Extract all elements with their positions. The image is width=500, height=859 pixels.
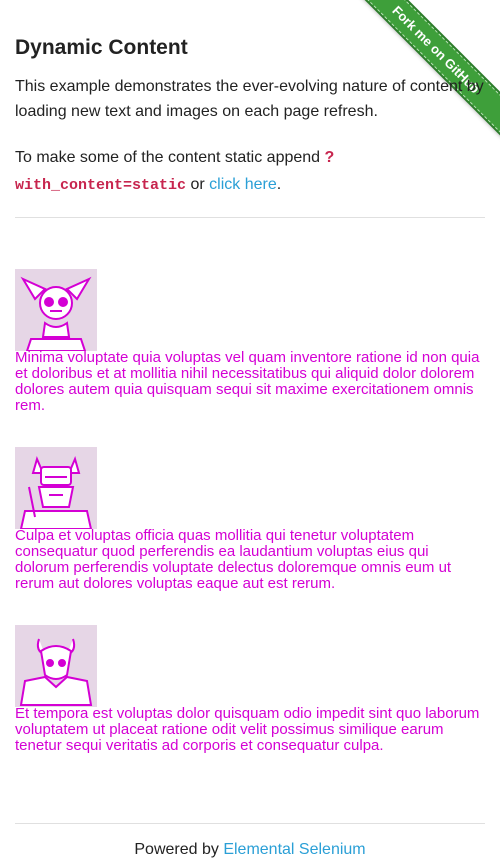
list-item: Culpa et voluptas officia quas mollitia … — [15, 447, 485, 592]
viking-warrior-avatar-icon — [15, 447, 97, 529]
list-item: Minima voluptate quia voluptas vel quam … — [15, 269, 485, 414]
static-prefix: To make some of the content static appen… — [15, 149, 321, 166]
row-text: Minima voluptate quia voluptas vel quam … — [15, 349, 480, 414]
elemental-selenium-link[interactable]: Elemental Selenium — [223, 841, 365, 858]
static-period: . — [276, 176, 282, 193]
footer: Powered by Elemental Selenium — [15, 841, 485, 859]
static-note: To make some of the content static appen… — [15, 144, 485, 199]
click-here-link[interactable]: click here — [209, 176, 277, 193]
page-title: Dynamic Content — [15, 36, 188, 59]
divider-top — [15, 217, 485, 218]
static-code: with_content=static — [15, 177, 187, 194]
row-text: Culpa et voluptas officia quas mollitia … — [15, 527, 452, 592]
page-description: This example demonstrates the ever-evolv… — [15, 78, 484, 120]
footer-prefix: Powered by — [134, 841, 219, 858]
horned-mage-avatar-icon — [15, 625, 97, 707]
skull-jester-avatar-icon — [15, 269, 97, 351]
divider-bottom — [15, 823, 485, 824]
row-text: Et tempora est voluptas dolor quisquam o… — [15, 705, 480, 754]
list-item: Et tempora est voluptas dolor quisquam o… — [15, 625, 485, 754]
static-or: or — [190, 176, 205, 193]
static-qmark: ? — [324, 149, 335, 166]
